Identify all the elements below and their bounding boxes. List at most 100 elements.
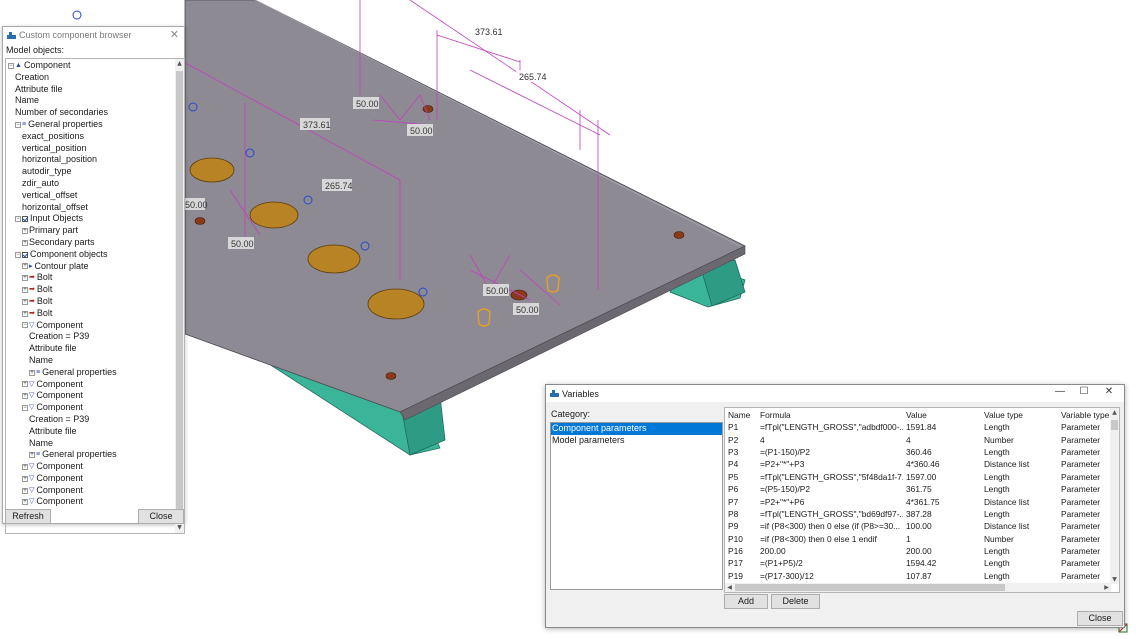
expand-icon[interactable]: + bbox=[22, 298, 28, 305]
table-cell[interactable]: 360.46 bbox=[903, 446, 981, 458]
table-cell[interactable]: Length bbox=[981, 471, 1058, 483]
tree-node[interactable]: + ▽ Component bbox=[6, 379, 176, 391]
table-cell[interactable]: Length bbox=[981, 421, 1058, 433]
table-cell[interactable]: P19 bbox=[725, 570, 757, 582]
tree-node[interactable]: horizontal_position bbox=[6, 154, 176, 166]
table-cell[interactable]: P17 bbox=[725, 557, 757, 569]
tree-node[interactable]: − ▽ Component bbox=[6, 402, 176, 414]
tree-node[interactable]: horizontal_offset bbox=[6, 202, 176, 214]
close-icon[interactable]: ✕ bbox=[170, 28, 179, 41]
scroll-up-icon[interactable]: ▲ bbox=[1110, 408, 1119, 417]
table-row[interactable]: P4 =P2+"*"+P3 4*360.46 Distance list Paramet… bbox=[725, 458, 1111, 470]
minimize-icon[interactable]: — bbox=[1050, 386, 1070, 400]
close-icon[interactable]: ✕ bbox=[1099, 386, 1119, 400]
tree-node[interactable]: vertical_offset bbox=[6, 190, 176, 202]
expand-icon[interactable]: + bbox=[22, 393, 28, 400]
table-cell[interactable]: =fTpl("LENGTH_GROSS","5f48da1f-7... bbox=[757, 471, 903, 483]
table-cell[interactable]: =fTpl("LENGTH_GROSS","bd69df97-... bbox=[757, 508, 903, 520]
tree-node[interactable]: Attribute file bbox=[6, 84, 176, 96]
tree-node[interactable]: Creation = P39 bbox=[6, 414, 176, 426]
table-cell[interactable]: =P2+"*"+P6 bbox=[757, 495, 903, 507]
refresh-button[interactable]: Refresh bbox=[5, 509, 51, 524]
table-cell[interactable]: Parameter bbox=[1058, 508, 1111, 520]
custom-component-browser-window[interactable]: Custom component browser ✕ Model objects… bbox=[2, 26, 185, 534]
table-cell[interactable]: Number bbox=[981, 433, 1058, 445]
table-cell[interactable]: Parameter bbox=[1058, 570, 1111, 582]
delete-button[interactable]: Delete bbox=[771, 594, 820, 609]
tree-node[interactable]: Name bbox=[6, 95, 176, 107]
table-cell[interactable]: Parameter bbox=[1058, 533, 1111, 545]
table-row[interactable]: P7 =P2+"*"+P6 4*361.75 Distance list Paramet… bbox=[725, 495, 1111, 507]
scroll-down-icon[interactable]: ▼ bbox=[1110, 575, 1119, 584]
table-cell[interactable]: P4 bbox=[725, 458, 757, 470]
tree-node[interactable]: autodir_type bbox=[6, 166, 176, 178]
collapse-icon[interactable]: − bbox=[15, 216, 21, 223]
table-cell[interactable]: 1594.42 bbox=[903, 557, 981, 569]
table-cell[interactable]: Number bbox=[981, 533, 1058, 545]
table-row[interactable]: P9 =if (P8<300) then 0 else (if (P8>=30..… bbox=[725, 520, 1111, 532]
tree-node[interactable]: vertical_position bbox=[6, 143, 176, 155]
table-cell[interactable]: P1 bbox=[725, 421, 757, 433]
table-row[interactable]: P19 =(P17-300)/12 107.87 Length Parameter bbox=[725, 570, 1111, 582]
table-cell[interactable]: P10 bbox=[725, 533, 757, 545]
tree-node[interactable]: Number of secondaries bbox=[6, 107, 176, 119]
table-row[interactable]: P2 4 4 Number Parameter bbox=[725, 433, 1111, 445]
table-row[interactable]: P6 =(P5-150)/P2 361.75 Length Parameter bbox=[725, 483, 1111, 495]
column-header[interactable]: Value type bbox=[981, 408, 1058, 421]
grid-horizontal-scrollbar[interactable]: ◀ ▶ bbox=[725, 583, 1111, 592]
table-cell[interactable]: Length bbox=[981, 446, 1058, 458]
tree-node[interactable]: + Primary part bbox=[6, 225, 176, 237]
close-button[interactable]: Close bbox=[138, 509, 184, 524]
node-checkbox[interactable] bbox=[22, 251, 28, 258]
expand-icon[interactable]: + bbox=[22, 487, 28, 494]
table-cell[interactable]: P9 bbox=[725, 520, 757, 532]
table-cell[interactable]: =(P1-150)/P2 bbox=[757, 446, 903, 458]
table-cell[interactable]: =fTpl("LENGTH_GROSS","adbdf000-... bbox=[757, 421, 903, 433]
scroll-up-icon[interactable]: ▲ bbox=[175, 59, 184, 69]
table-cell[interactable]: Parameter bbox=[1058, 557, 1111, 569]
tree-node[interactable]: Attribute file bbox=[6, 343, 176, 355]
table-cell[interactable]: 1597.00 bbox=[903, 471, 981, 483]
table-cell[interactable]: =(P1+P5)/2 bbox=[757, 557, 903, 569]
maximize-icon[interactable]: ☐ bbox=[1074, 386, 1094, 400]
table-cell[interactable]: 4 bbox=[757, 433, 903, 445]
tree-node[interactable]: + ▽ Component bbox=[6, 485, 176, 497]
collapse-icon[interactable]: − bbox=[15, 251, 21, 258]
category-item[interactable]: Component parameters bbox=[551, 423, 722, 435]
tree-node[interactable]: + ➡ Bolt bbox=[6, 284, 176, 296]
expand-icon[interactable]: + bbox=[22, 228, 28, 235]
tree-node[interactable]: − ▽ Component bbox=[6, 320, 176, 332]
model-objects-tree[interactable]: − ▲ Component Creation Attribute file Name Num… bbox=[5, 58, 185, 534]
tree-node[interactable]: + ▸ Contour plate bbox=[6, 261, 176, 273]
tree-node[interactable]: + ≡ General properties bbox=[6, 449, 176, 461]
table-row[interactable]: P17 =(P1+P5)/2 1594.42 Length Parameter bbox=[725, 557, 1111, 569]
tree-node[interactable]: Creation = P39 bbox=[6, 331, 176, 343]
table-cell[interactable]: 361.75 bbox=[903, 483, 981, 495]
table-cell[interactable]: =if (P8<300) then 0 else 1 endif bbox=[757, 533, 903, 545]
tree-node[interactable]: + ▽ Component bbox=[6, 390, 176, 402]
table-row[interactable]: P10 =if (P8<300) then 0 else 1 endif 1 Numb… bbox=[725, 533, 1111, 545]
table-row[interactable]: P8 =fTpl("LENGTH_GROSS","bd69df97-... 387.… bbox=[725, 508, 1111, 520]
collapse-icon[interactable]: − bbox=[15, 121, 21, 128]
expand-icon[interactable]: + bbox=[22, 263, 28, 270]
variables-titlebar[interactable]: Variables — ☐ ✕ bbox=[546, 385, 1124, 402]
table-cell[interactable]: Length bbox=[981, 483, 1058, 495]
tree-node[interactable]: − ▲ Component bbox=[6, 60, 176, 72]
collapse-icon[interactable]: − bbox=[22, 405, 28, 411]
scroll-down-icon[interactable]: ▼ bbox=[175, 523, 184, 533]
table-row[interactable]: P1 =fTpl("LENGTH_GROSS","adbdf000-... 1591… bbox=[725, 421, 1111, 433]
tree-node[interactable]: + ▽ Component bbox=[6, 461, 176, 473]
table-cell[interactable]: Length bbox=[981, 570, 1058, 582]
tree-node[interactable]: + Secondary parts bbox=[6, 237, 176, 249]
table-cell[interactable]: 200.00 bbox=[757, 545, 903, 557]
tree-node[interactable]: − Component objects bbox=[6, 249, 176, 261]
tree-scrollbar[interactable]: ▲ ▼ bbox=[175, 59, 184, 533]
variables-grid[interactable]: Name Formula Value Value type Variable type … bbox=[724, 407, 1120, 593]
table-cell[interactable]: Distance list bbox=[981, 495, 1058, 507]
tree-node[interactable]: + ▽ Component bbox=[6, 473, 176, 485]
tree-node[interactable]: + ➡ Bolt bbox=[6, 272, 176, 284]
table-row[interactable]: P16 200.00 200.00 Length Parameter bbox=[725, 545, 1111, 557]
table-cell[interactable]: Parameter bbox=[1058, 520, 1111, 532]
expand-icon[interactable]: + bbox=[29, 369, 35, 376]
tree-node[interactable]: exact_positions bbox=[6, 131, 176, 143]
